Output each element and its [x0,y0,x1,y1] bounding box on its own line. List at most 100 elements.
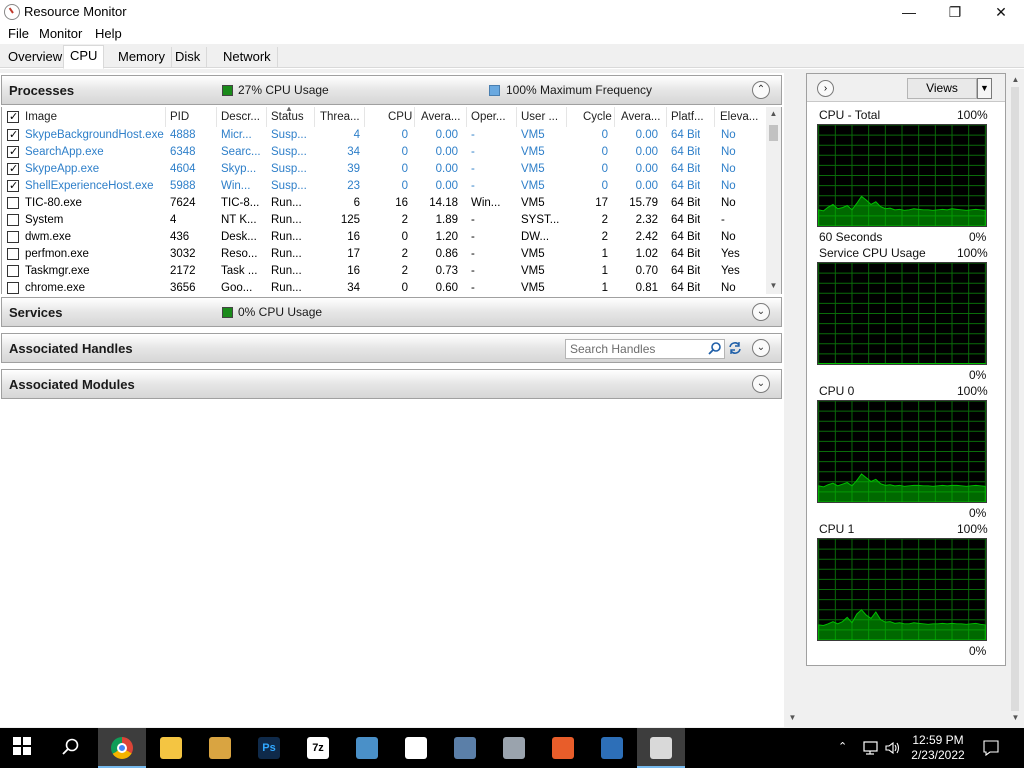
tab-disk[interactable]: Disk [169,47,208,68]
col-operating-system[interactable]: Oper... [471,111,506,123]
remote-desktop-icon[interactable] [588,728,636,768]
process-platform: 64 Bit [671,265,701,277]
tab-cpu[interactable]: CPU [63,45,105,69]
maximize-button[interactable]: ❐ [932,0,978,24]
process-checkbox[interactable] [7,248,19,260]
table-row[interactable]: ShellExperienceHost.exe 5988 Win... Susp...… [2,178,767,195]
views-button[interactable]: Views [907,78,977,99]
views-dropdown-icon[interactable]: ▼ [977,78,992,99]
window-scroll-thumb[interactable] [1011,87,1019,711]
col-description[interactable]: Descr... [221,111,260,123]
chrome-icon-glyph [111,737,133,759]
col-platform[interactable]: Platf... [671,111,704,123]
col-average-cpu[interactable]: Avera... [421,111,460,123]
refresh-icon[interactable] [727,340,743,356]
table-row[interactable]: TIC-80.exe 7624 TIC-8... Run... 6 16 14.18 Win.… [2,195,767,212]
scroll-up-icon[interactable]: ▲ [766,109,781,118]
color-app-icon[interactable] [539,728,587,768]
table-row[interactable]: SearchApp.exe 6348 Searc... Susp... 34 0 0.00 -… [2,144,767,161]
photoshop-icon[interactable]: Ps [245,728,293,768]
collapse-processes-icon[interactable]: ⌃ [752,81,770,99]
minimize-button[interactable]: — [886,0,932,24]
modules-header[interactable]: Associated Modules ⌄ [1,369,782,399]
table-row[interactable]: SkypeApp.exe 4604 Skyp... Susp... 39 0 0.00 - VM… [2,161,767,178]
col-elevated[interactable]: Eleva... [720,111,758,123]
process-checkbox[interactable] [7,145,19,158]
process-checkbox[interactable] [7,179,19,192]
search-icon[interactable] [48,728,96,768]
col-threads[interactable]: Threa... [320,111,360,123]
process-os: - [471,248,475,260]
col-user[interactable]: User ... [521,111,558,123]
window-scrollbar[interactable]: ▲ ▼ [1008,73,1022,727]
scroll-down-icon[interactable]: ▼ [766,281,781,290]
expand-modules-icon[interactable]: ⌄ [752,375,770,393]
window-scroll-up-icon[interactable]: ▲ [1008,75,1023,84]
table-row[interactable]: System 4 NT K... Run... 125 2 1.89 - SYST... 2 2.3… [2,212,767,229]
process-checkbox[interactable] [7,128,19,141]
close-button[interactable]: ✕ [978,0,1024,24]
monitor-app-icon[interactable] [343,728,391,768]
start-icon[interactable] [0,728,48,768]
process-checkbox[interactable] [7,162,19,175]
menu-file[interactable]: File [8,26,29,41]
notifications-icon[interactable] [982,739,1000,757]
col-cycle[interactable]: Cycle [583,111,612,123]
col-average-cycle[interactable]: Avera... [621,111,660,123]
process-checkbox[interactable] [7,214,19,226]
col-cpu[interactable]: CPU [388,111,412,123]
process-checkbox[interactable] [7,231,19,243]
process-checkbox[interactable] [7,197,19,209]
process-os: - [471,214,475,226]
process-checkbox[interactable] [7,282,19,294]
file-explorer-icon[interactable] [147,728,195,768]
paint-icon[interactable] [196,728,244,768]
processes-header[interactable]: Processes 27% CPU Usage 100% Maximum Fre… [1,75,782,105]
handles-header[interactable]: Associated Handles Search Handles ⌄ [1,333,782,363]
graph-max-label: 100% [957,522,988,536]
resource-monitor-icon[interactable] [637,728,685,768]
show-hidden-icons[interactable]: ⌃ [838,740,847,768]
processes-scrollbar[interactable]: ▲ ▼ [766,107,781,294]
process-os: - [471,231,475,243]
process-elevated: Yes [721,248,740,260]
process-image: Taskmgr.exe [25,265,90,277]
select-all-checkbox[interactable] [7,110,19,123]
tab-overview[interactable]: Overview [2,47,70,68]
process-cycle: 2 [601,214,608,226]
process-checkbox[interactable] [7,265,19,277]
menu-help[interactable]: Help [95,26,122,41]
process-threads: 6 [353,197,360,209]
clock[interactable]: 12:59 PM 2/23/2022 [900,733,976,763]
expand-handles-icon[interactable]: ⌄ [752,339,770,357]
table-row[interactable]: Taskmgr.exe 2172 Task ... Run... 16 2 0.73 - VM5… [2,263,767,280]
scroll-thumb[interactable] [769,125,778,141]
7zip-icon[interactable]: 7z [294,728,342,768]
left-scroll-down-icon[interactable]: ▼ [785,713,800,722]
window-scroll-down-icon[interactable]: ▼ [1008,713,1023,722]
table-row[interactable]: dwm.exe 436 Desk... Run... 16 0 1.20 - DW... 2 2.4… [2,229,767,246]
process-cpu: 16 [395,197,408,209]
chrome-icon[interactable] [98,728,146,768]
expand-graphs-icon[interactable]: › [817,80,834,97]
search-handles-input[interactable]: Search Handles [565,339,725,359]
search-icon[interactable] [708,341,722,355]
left-pane-scrollbar[interactable]: ▼ [785,73,799,727]
photos-icon[interactable] [392,728,440,768]
table-row[interactable]: SkypeBackgroundHost.exe 4888 Micr... Susp..… [2,127,767,144]
process-status: Susp... [271,163,307,175]
process-image: SkypeBackgroundHost.exe [25,129,164,141]
tab-memory[interactable]: Memory [112,47,172,68]
tab-network[interactable]: Network [217,47,278,68]
col-image[interactable]: Image [25,111,57,123]
network-icon[interactable] [862,740,880,756]
network-drive-icon[interactable] [490,728,538,768]
expand-services-icon[interactable]: ⌄ [752,303,770,321]
col-pid[interactable]: PID [170,111,189,123]
virtualbox-icon[interactable] [441,728,489,768]
services-header[interactable]: Services 0% CPU Usage ⌄ [1,297,782,327]
menu-monitor[interactable]: Monitor [39,26,82,41]
table-row[interactable]: perfmon.exe 3032 Reso... Run... 17 2 0.86 - VM5 1… [2,246,767,263]
process-average-cpu: 1.89 [435,214,458,226]
table-row[interactable]: chrome.exe 3656 Goo... Run... 34 0 0.60 - VM5 1 0.… [2,280,767,294]
